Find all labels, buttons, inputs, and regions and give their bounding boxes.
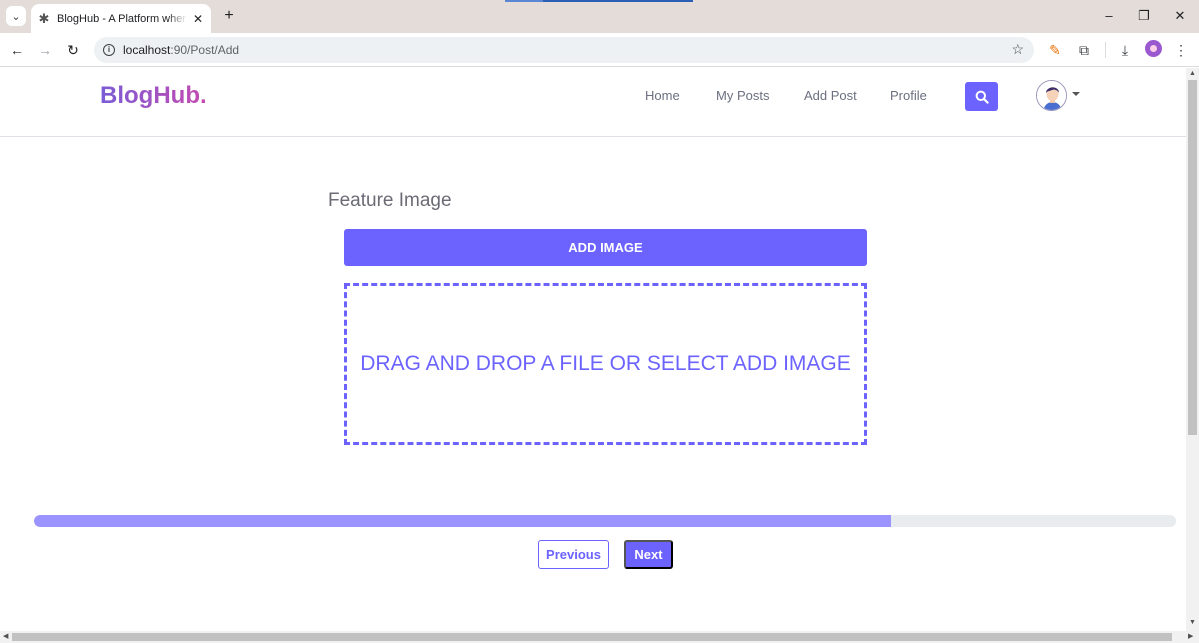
add-image-button[interactable]: ADD IMAGE [344, 229, 867, 266]
favicon-icon: ✱ [38, 10, 50, 26]
progress-bar [34, 515, 1176, 527]
site-header: BlogHub. Home My Posts Add Post Profile [0, 68, 1186, 137]
address-bar[interactable]: i localhost:90/Post/Add ☆ [94, 37, 1034, 63]
section-title: Feature Image [328, 190, 452, 211]
new-tab-button[interactable]: + [220, 6, 238, 26]
vertical-scroll-thumb[interactable] [1188, 80, 1197, 435]
dropzone-text: DRAG AND DROP A FILE OR SELECT ADD IMAGE [360, 352, 851, 375]
browser-tabstrip: ⌄ ✱ BlogHub - A Platform where your ✕ + … [0, 0, 1199, 33]
download-icon[interactable]: ⤓ [1115, 40, 1135, 60]
file-dropzone[interactable]: DRAG AND DROP A FILE OR SELECT ADD IMAGE [344, 283, 867, 445]
search-button[interactable] [965, 82, 998, 111]
user-avatar[interactable] [1036, 80, 1067, 111]
page-viewport: BlogHub. Home My Posts Add Post Profile … [0, 68, 1186, 631]
progress-bar-fill [34, 515, 891, 527]
tab-title: BlogHub - A Platform where your [57, 12, 187, 25]
tab-close-icon[interactable]: ✕ [191, 12, 205, 26]
profile-icon[interactable] [1145, 40, 1162, 57]
restore-icon[interactable]: ❐ [1134, 6, 1154, 26]
next-button[interactable]: Next [624, 540, 673, 569]
browser-toolbar: ← → ↻ i localhost:90/Post/Add ☆ ✎ ⧉ ⤓ ⋮ [0, 33, 1199, 67]
vertical-scrollbar[interactable]: ▲ ▼ [1186, 68, 1199, 631]
scroll-down-icon[interactable]: ▼ [1188, 619, 1197, 626]
menu-kebab-icon[interactable]: ⋮ [1171, 40, 1191, 60]
browser-tab[interactable]: ✱ BlogHub - A Platform where your ✕ [31, 4, 211, 33]
reload-icon[interactable]: ↻ [63, 40, 83, 60]
caret-down-icon[interactable] [1072, 92, 1080, 96]
horizontal-scroll-thumb[interactable] [12, 633, 1172, 641]
search-icon [975, 90, 989, 104]
tab-search-icon[interactable]: ⌄ [6, 6, 26, 26]
scroll-up-icon[interactable]: ▲ [1188, 70, 1197, 77]
nav-profile[interactable]: Profile [890, 88, 927, 103]
previous-button[interactable]: Previous [538, 540, 609, 569]
nav-add-post[interactable]: Add Post [804, 88, 857, 103]
forward-icon[interactable]: → [35, 40, 55, 60]
site-info-icon[interactable]: i [103, 44, 115, 56]
toolbar-divider [1105, 42, 1106, 58]
scroll-right-icon[interactable]: ▶ [1188, 632, 1193, 640]
loading-indicator [505, 0, 693, 2]
avatar-illustration [1037, 81, 1066, 110]
back-icon[interactable]: ← [7, 40, 27, 60]
extension-pen-icon[interactable]: ✎ [1045, 40, 1065, 60]
window-close-icon[interactable]: ✕ [1170, 6, 1190, 26]
brand-logo[interactable]: BlogHub. [100, 82, 207, 110]
nav-my-posts[interactable]: My Posts [716, 88, 769, 103]
scroll-left-icon[interactable]: ◀ [3, 632, 8, 640]
minimize-icon[interactable]: – [1099, 6, 1119, 26]
url-text: localhost:90/Post/Add [123, 43, 240, 57]
extensions-puzzle-icon[interactable]: ⧉ [1074, 40, 1094, 60]
nav-home[interactable]: Home [645, 88, 680, 103]
horizontal-scrollbar[interactable]: ◀ ▶ [0, 631, 1199, 643]
bookmark-star-icon[interactable]: ☆ [1011, 41, 1024, 58]
